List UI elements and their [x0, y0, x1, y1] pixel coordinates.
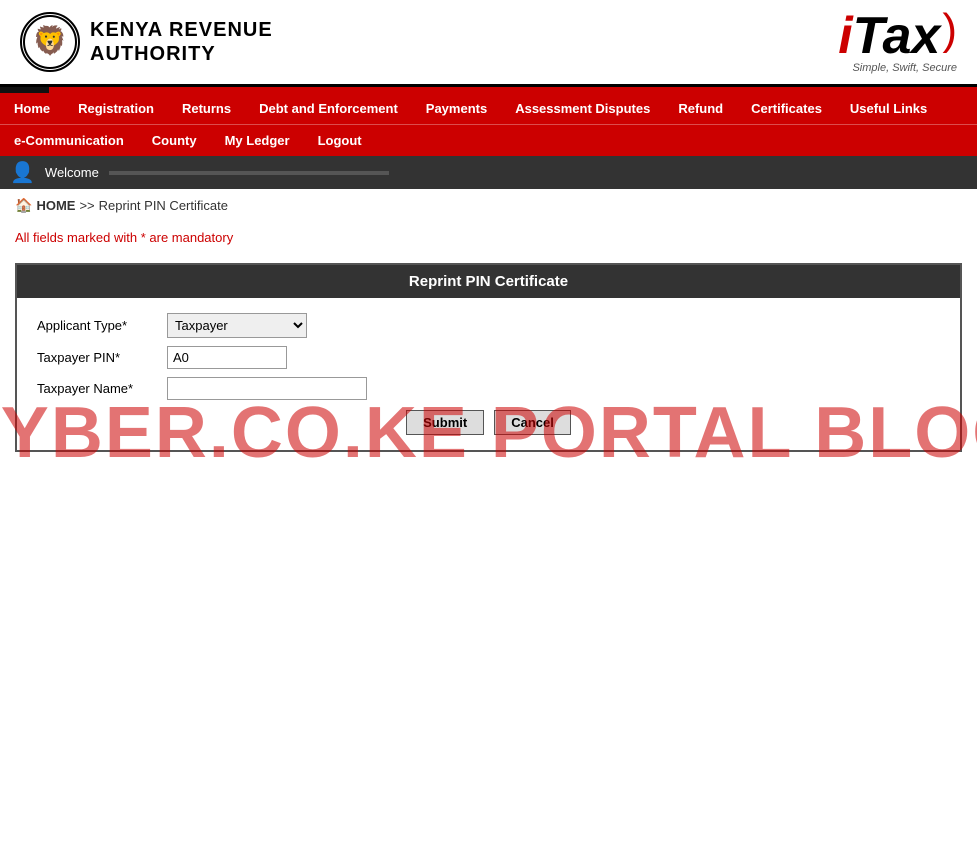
- form-row-applicant-type: Applicant Type* Taxpayer Tax Agent: [37, 313, 940, 338]
- nav-refund[interactable]: Refund: [664, 93, 737, 124]
- nav-useful-links[interactable]: Useful Links: [836, 93, 941, 124]
- taxpayer-name-input[interactable]: [167, 377, 367, 400]
- submit-button[interactable]: Submit: [406, 410, 484, 435]
- kra-logo: 🦁 Kenya Revenue Authority: [20, 12, 273, 72]
- itax-logo-container: i Tax ) Simple, Swift, Secure: [838, 10, 957, 74]
- breadcrumb: 🏠 HOME >> Reprint PIN Certificate: [0, 189, 977, 222]
- breadcrumb-home[interactable]: HOME: [36, 198, 75, 213]
- user-icon: 👤: [10, 160, 35, 185]
- nav-registration[interactable]: Registration: [64, 93, 168, 124]
- taxpayer-name-label: Taxpayer Name*: [37, 381, 157, 396]
- nav-e-communication[interactable]: e-Communication: [0, 125, 138, 156]
- nav-home[interactable]: Home: [0, 93, 64, 124]
- taxpayer-pin-input[interactable]: [167, 346, 287, 369]
- itax-text: i Tax ): [838, 10, 957, 62]
- taxpayer-pin-label: Taxpayer PIN*: [37, 350, 157, 365]
- form-header: Reprint PIN Certificate: [17, 265, 960, 298]
- cancel-button[interactable]: Cancel: [494, 410, 571, 435]
- welcome-label: Welcome: [45, 165, 99, 180]
- kra-line2: Authority: [90, 42, 273, 66]
- nav-certificates[interactable]: Certificates: [737, 93, 836, 124]
- form-body: Applicant Type* Taxpayer Tax Agent Taxpa…: [17, 298, 960, 450]
- applicant-type-select[interactable]: Taxpayer Tax Agent: [167, 313, 307, 338]
- nav-county[interactable]: County: [138, 125, 211, 156]
- kra-lion-icon: 🦁: [23, 15, 77, 69]
- itax-tax: Tax: [853, 10, 941, 62]
- breadcrumb-separator: >>: [79, 198, 94, 213]
- swoosh-icon: ): [942, 10, 957, 50]
- nav-logout[interactable]: Logout: [304, 125, 376, 156]
- kra-line1: Kenya Revenue: [90, 18, 273, 42]
- nav-debt-enforcement[interactable]: Debt and Enforcement: [245, 93, 412, 124]
- nav-assessment-disputes[interactable]: Assessment Disputes: [501, 93, 664, 124]
- nav-returns[interactable]: Returns: [168, 93, 245, 124]
- nav-row2: e-Communication County My Ledger Logout: [0, 124, 977, 156]
- form-actions: Submit Cancel: [37, 410, 940, 435]
- home-icon: 🏠: [15, 197, 32, 214]
- form-container: Reprint PIN Certificate Applicant Type* …: [15, 263, 962, 452]
- form-row-taxpayer-pin: Taxpayer PIN*: [37, 346, 940, 369]
- nav-payments[interactable]: Payments: [412, 93, 501, 124]
- form-row-taxpayer-name: Taxpayer Name*: [37, 377, 940, 400]
- applicant-type-label: Applicant Type*: [37, 318, 157, 333]
- nav-row1: Home Registration Returns Debt and Enfor…: [0, 93, 977, 124]
- mandatory-note: All fields marked with * are mandatory: [0, 222, 977, 253]
- itax-brand: i Tax ) Simple, Swift, Secure: [838, 10, 957, 74]
- itax-i: i: [838, 10, 852, 62]
- kra-logo-circle: 🦁: [20, 12, 80, 72]
- breadcrumb-current: Reprint PIN Certificate: [99, 198, 228, 213]
- itax-tagline: Simple, Swift, Secure: [852, 62, 957, 74]
- kra-name-text: Kenya Revenue Authority: [90, 18, 273, 66]
- header: 🦁 Kenya Revenue Authority i Tax ) Simple…: [0, 0, 977, 87]
- svg-text:🦁: 🦁: [33, 24, 68, 57]
- welcome-value: [109, 171, 389, 175]
- welcome-bar: 👤 Welcome: [0, 156, 977, 189]
- nav-my-ledger[interactable]: My Ledger: [211, 125, 304, 156]
